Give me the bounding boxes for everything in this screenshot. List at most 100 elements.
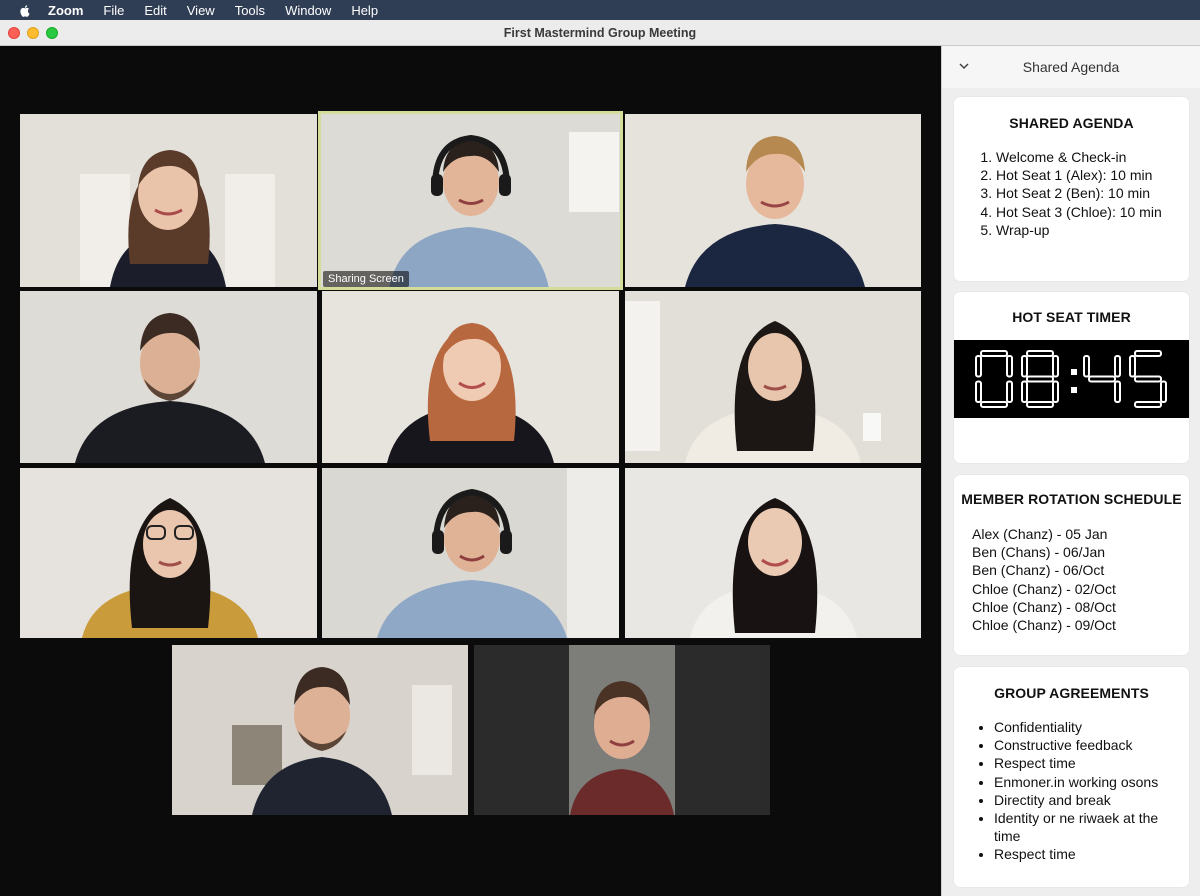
participant-avatar bbox=[319, 112, 622, 289]
timer-segment-c bbox=[1159, 380, 1167, 403]
timer-segment-f bbox=[1082, 355, 1090, 378]
agenda-item: Wrap-up bbox=[996, 221, 1189, 239]
timer-segment-c bbox=[1113, 380, 1121, 403]
timer-segment-e bbox=[1020, 380, 1028, 403]
agreements-list: Confidentiality Constructive feedback Re… bbox=[994, 718, 1189, 864]
agenda-item: Hot Seat 3 (Chloe): 10 min bbox=[996, 203, 1189, 221]
timer-digit bbox=[974, 350, 1013, 408]
participant-video-tile[interactable] bbox=[20, 114, 317, 287]
timer-segment-c bbox=[1005, 380, 1013, 403]
timer-digit bbox=[1128, 350, 1167, 408]
agenda-item: Hot Seat 2 (Ben): 10 min bbox=[996, 184, 1189, 202]
participant-avatar bbox=[20, 114, 317, 287]
agreement-item: Directity and break bbox=[994, 791, 1189, 809]
timer-colon-dot bbox=[1070, 387, 1077, 393]
timer-segment-a bbox=[1025, 350, 1054, 357]
agenda-list: Welcome & Check-in Hot Seat 1 (Alex): 10… bbox=[996, 148, 1189, 239]
participant-video-tile[interactable] bbox=[625, 114, 921, 287]
participant-video-tile[interactable] bbox=[625, 468, 921, 638]
participant-video-tile[interactable] bbox=[625, 291, 921, 463]
minimize-window-button[interactable] bbox=[27, 27, 39, 39]
timer-segment-f bbox=[1128, 355, 1136, 378]
menu-edit[interactable]: Edit bbox=[144, 3, 166, 18]
maximize-window-button[interactable] bbox=[46, 27, 58, 39]
participant-avatar bbox=[474, 645, 770, 815]
timer-segment-b bbox=[1113, 355, 1121, 378]
timer-segment-g bbox=[1087, 375, 1116, 383]
rotation-item: Ben (Chans) - 06/Jan bbox=[972, 544, 1106, 561]
timer-segment-a bbox=[1133, 350, 1162, 357]
timer-title: HOT SEAT TIMER bbox=[1012, 309, 1131, 325]
participant-video-tile[interactable] bbox=[20, 468, 317, 638]
active-speaker-tile[interactable]: Sharing Screen bbox=[318, 111, 623, 290]
rotation-list: Alex (Chanz) - 05 Jan Ben (Chans) - 06/J… bbox=[972, 525, 1189, 634]
timer-segment-a bbox=[979, 350, 1008, 357]
timer-segment-d bbox=[1133, 401, 1162, 408]
rotation-item: Chloe (Chanz) - 08/Oct bbox=[972, 598, 1116, 615]
participant-avatar bbox=[20, 468, 317, 638]
timer-segment-g bbox=[1025, 375, 1054, 383]
participant-avatar bbox=[322, 468, 619, 638]
timer-digit bbox=[1020, 350, 1059, 408]
menu-help[interactable]: Help bbox=[351, 3, 378, 18]
menu-window[interactable]: Window bbox=[285, 3, 331, 18]
rotation-title: MEMBER ROTATION SCHEDULE bbox=[961, 491, 1182, 507]
menu-file[interactable]: File bbox=[103, 3, 124, 18]
rotation-item: Ben (Chanz) - 06/Oct bbox=[972, 562, 1105, 579]
group-agreements-card: GROUP AGREEMENTS Confidentiality Constru… bbox=[954, 667, 1189, 887]
rotation-item: Chloe (Chanz) - 02/Oct bbox=[972, 580, 1116, 597]
apple-icon[interactable] bbox=[18, 3, 32, 17]
timer-digits bbox=[974, 350, 1167, 408]
video-gallery: Sharing Screen bbox=[0, 46, 941, 896]
agreement-item: Confidentiality bbox=[994, 718, 1189, 736]
timer-segment-f bbox=[1020, 355, 1028, 378]
participant-video-tile[interactable] bbox=[322, 291, 619, 463]
agreement-item: Respect time bbox=[994, 845, 1189, 863]
panel-header: Shared Agenda bbox=[942, 46, 1200, 88]
timer-segment-b bbox=[1005, 355, 1013, 378]
timer-segment-g bbox=[1133, 375, 1162, 383]
chevron-down-icon[interactable] bbox=[958, 60, 970, 72]
menu-bar: Zoom File Edit View Tools Window Help bbox=[0, 0, 1200, 20]
window-titlebar: First Mastermind Group Meeting bbox=[0, 20, 1200, 46]
rotation-item: Alex (Chanz) - 05 Jan bbox=[972, 526, 1108, 542]
agenda-item: Hot Seat 1 (Alex): 10 min bbox=[996, 166, 1189, 184]
participant-avatar bbox=[625, 114, 921, 287]
close-window-button[interactable] bbox=[8, 27, 20, 39]
participant-avatar bbox=[172, 645, 468, 815]
shared-agenda-panel: Shared Agenda SHARED AGENDA Welcome & Ch… bbox=[941, 46, 1200, 896]
timer-segment-d bbox=[1025, 401, 1054, 408]
timer-display bbox=[954, 340, 1189, 418]
agreement-item: Identity or ne riwaek at the time bbox=[994, 809, 1189, 845]
timer-segment-b bbox=[1051, 355, 1059, 378]
menu-app-name[interactable]: Zoom bbox=[48, 3, 83, 18]
agreement-item: Respect time bbox=[994, 754, 1189, 772]
participant-video-tile[interactable] bbox=[172, 645, 468, 815]
agenda-card: SHARED AGENDA Welcome & Check-in Hot Sea… bbox=[954, 97, 1189, 281]
agreements-title: GROUP AGREEMENTS bbox=[994, 685, 1149, 701]
participant-avatar bbox=[625, 468, 921, 638]
participant-avatar bbox=[625, 291, 921, 463]
agreement-item: Constructive feedback bbox=[994, 736, 1189, 754]
window-title: First Mastermind Group Meeting bbox=[503, 25, 697, 40]
rotation-schedule-card: MEMBER ROTATION SCHEDULE Alex (Chanz) - … bbox=[954, 475, 1189, 655]
agenda-title: SHARED AGENDA bbox=[1009, 115, 1134, 131]
agreement-item: Enmoner.in working osons bbox=[994, 773, 1189, 791]
menu-tools[interactable]: Tools bbox=[235, 3, 265, 18]
menu-view[interactable]: View bbox=[187, 3, 215, 18]
timer-segment-e bbox=[974, 380, 982, 403]
participant-video-tile[interactable] bbox=[474, 645, 770, 815]
timer-segment-d bbox=[979, 401, 1008, 408]
timer-colon-dot bbox=[1070, 369, 1077, 375]
participant-video-tile[interactable] bbox=[322, 468, 619, 638]
panel-title: Shared Agenda bbox=[1022, 59, 1120, 75]
participant-video-tile[interactable] bbox=[20, 291, 317, 463]
agenda-item: Welcome & Check-in bbox=[996, 148, 1189, 166]
sharing-screen-label: Sharing Screen bbox=[323, 271, 409, 287]
participant-avatar bbox=[322, 291, 619, 463]
window-controls bbox=[8, 27, 58, 39]
timer-colon bbox=[1070, 369, 1077, 393]
rotation-item: Chloe (Chanz) - 09/Oct bbox=[972, 617, 1116, 634]
timer-segment-c bbox=[1051, 380, 1059, 403]
timer-segment-f bbox=[974, 355, 982, 378]
